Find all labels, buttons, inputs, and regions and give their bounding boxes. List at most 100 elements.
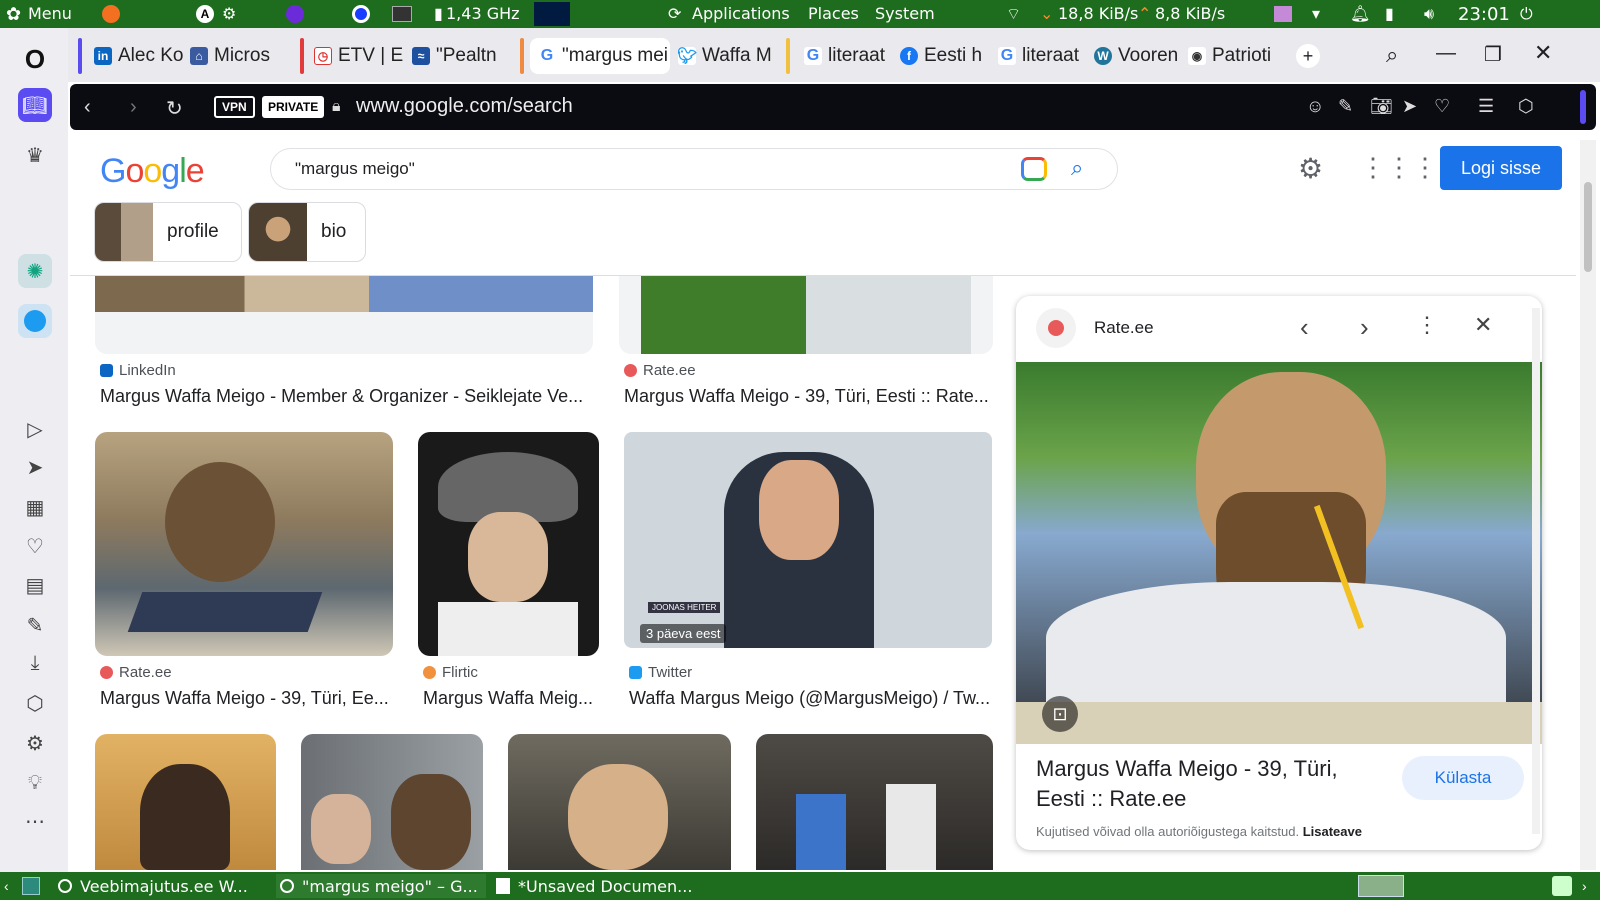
result-image[interactable] (418, 432, 599, 656)
speed-dial-icon[interactable]: ▦ (18, 490, 52, 524)
chip-bio[interactable]: bio (248, 202, 366, 262)
share-send-icon[interactable]: ➤ (1402, 96, 1417, 117)
result-title[interactable]: Margus Waffa Meigo - 39, Türi, Eesti :: … (624, 386, 990, 407)
result-source[interactable]: Twitter (629, 664, 692, 681)
result-source[interactable]: Rate.ee (624, 362, 696, 379)
result-source[interactable]: LinkedIn (100, 362, 176, 379)
extensions-cube-icon[interactable]: ⬡ (18, 686, 52, 720)
menu-applications[interactable]: Applications (692, 4, 790, 23)
show-desktop-icon[interactable] (22, 877, 40, 895)
apps-grid-icon[interactable]: ⋮⋮⋮ (1360, 152, 1438, 183)
minimize-button[interactable]: — (1436, 42, 1456, 65)
tab-literaat-2[interactable]: Gliteraat (998, 40, 1092, 72)
result-source[interactable]: Rate.ee (100, 664, 172, 681)
new-tab-button[interactable]: + (1296, 44, 1320, 68)
settings-icon[interactable]: ⚙ (18, 726, 52, 760)
result-image[interactable] (756, 734, 993, 870)
close-panel-icon[interactable]: ✕ (1474, 312, 1492, 338)
lens-camera-icon[interactable] (1021, 157, 1047, 181)
next-arrow-icon[interactable]: › (1360, 312, 1369, 343)
learn-more-link[interactable]: Lisateave (1303, 824, 1362, 839)
task-veebimajutus[interactable]: Veebimajutus.ee W... (58, 874, 264, 898)
back-icon[interactable]: ‹ (84, 96, 91, 119)
result-image[interactable] (95, 432, 393, 656)
more-options-icon[interactable]: ⋮ (1416, 312, 1438, 338)
tips-bulb-icon[interactable]: 💡︎ (18, 766, 52, 800)
power-icon[interactable]: ⏻ (1520, 4, 1533, 24)
notification-bell-icon[interactable]: 🔔︎ (1350, 4, 1370, 23)
settings-tray-icon[interactable]: ⚙ (222, 4, 236, 23)
taskbar-right-arrow-icon[interactable]: › (1582, 878, 1587, 894)
tor-icon[interactable] (286, 5, 304, 23)
tab-patrioti[interactable]: ◉ Patrioti (1188, 40, 1284, 72)
bookmark-heart-icon[interactable]: ♡ (1434, 96, 1450, 117)
search-input[interactable]: "margus meigo" (295, 159, 415, 179)
result-title[interactable]: Margus Waffa Meigo - 39, Türi, Ee... (100, 688, 390, 709)
tab-twitter[interactable]: 🐦︎ Waffa M (678, 40, 772, 72)
result-image[interactable] (95, 734, 276, 870)
extensions-icon[interactable]: ⬡ (1518, 96, 1534, 117)
more-icon[interactable]: ⋯ (18, 804, 52, 838)
panel-title[interactable]: Margus Waffa Meigo - 39, Türi, Eesti :: … (1036, 754, 1376, 814)
opera-launcher-icon[interactable] (352, 5, 370, 23)
camera-icon[interactable]: 📷︎ (1370, 96, 1393, 117)
result-image[interactable] (508, 734, 731, 870)
emoji-icon[interactable]: ☺ (1306, 96, 1324, 117)
distro-menu-icon[interactable]: ✿ (6, 4, 21, 25)
battery-icon[interactable]: ▮ (1385, 4, 1394, 23)
result-image[interactable] (301, 734, 483, 870)
tab-google-search-active[interactable]: G "margus mei (530, 38, 670, 74)
panel-source[interactable]: Rate.ee (1094, 318, 1154, 338)
opera-logo-icon[interactable]: O (18, 42, 52, 76)
media-icon[interactable] (1274, 6, 1292, 22)
menu-places[interactable]: Places (808, 4, 859, 23)
search-box[interactable]: "margus meigo" ⌕ (270, 148, 1118, 190)
reload-icon[interactable]: ↻ (166, 96, 183, 121)
chip-profile[interactable]: profile (94, 202, 242, 262)
tab-wordpress[interactable]: W Vooren (1094, 40, 1188, 72)
menu-label[interactable]: Menu (28, 4, 72, 23)
page-scrollbar[interactable] (1580, 140, 1596, 870)
taskbar-left-arrow-icon[interactable]: ‹ (4, 878, 9, 894)
menu-system[interactable]: System (875, 4, 935, 23)
preview-image[interactable]: ⊡ (1016, 362, 1542, 744)
result-source[interactable]: Flirtic (423, 664, 478, 681)
accessibility-icon[interactable]: A (196, 5, 214, 23)
crown-icon[interactable]: ♛ (18, 138, 52, 172)
tab-literaat-1[interactable]: Gliteraat (804, 40, 898, 72)
twitter-sidebar-icon[interactable] (18, 304, 52, 338)
snap-edit-icon[interactable]: ✎ (1338, 96, 1353, 117)
workspace-switcher[interactable] (1358, 875, 1404, 897)
panel-scrollbar[interactable] (1532, 308, 1540, 834)
reader-icon[interactable]: 📖︎ (18, 88, 52, 122)
terminal-icon[interactable] (392, 6, 412, 22)
login-button[interactable]: Logi sisse (1440, 146, 1562, 190)
send-icon[interactable]: ➤ (18, 450, 52, 484)
url-text[interactable]: www.google.com/search (356, 95, 573, 118)
search-icon[interactable]: ⌕ (1071, 155, 1083, 181)
heart-icon[interactable]: ♡ (18, 529, 52, 563)
lock-icon[interactable]: 🔒︎ (332, 98, 341, 116)
chatgpt-icon[interactable]: ✺ (18, 254, 52, 288)
result-title[interactable]: Margus Waffa Meigo - Member & Organizer … (100, 386, 590, 407)
tab-etv[interactable]: ◷ ETV | E (314, 40, 406, 72)
settings-gear-icon[interactable]: ⚙ (1298, 152, 1323, 185)
close-window-button[interactable]: ✕ (1534, 40, 1552, 66)
vpn-badge[interactable]: VPN (214, 96, 255, 118)
result-title[interactable]: Margus Waffa Meig... (423, 688, 595, 709)
easy-setup-icon[interactable]: ☰ (1478, 96, 1494, 117)
result-image[interactable]: JOONAS HEITER 3 päeva eest (624, 432, 992, 648)
tab-err[interactable]: ≈ "Pealtn (412, 40, 508, 72)
result-image[interactable] (95, 276, 593, 354)
google-logo[interactable]: Google (100, 152, 205, 191)
lens-search-icon[interactable]: ⊡ (1042, 696, 1078, 732)
task-google-search[interactable]: "margus meigo" – G... (276, 874, 486, 898)
visit-button[interactable]: Külasta (1402, 756, 1524, 800)
maximize-button[interactable]: ❐ (1484, 42, 1502, 67)
tab-facebook[interactable]: f Eesti h (900, 40, 994, 72)
history-icon[interactable]: ▤ (18, 568, 52, 602)
player-icon[interactable]: ▷ (18, 412, 52, 446)
result-title[interactable]: Waffa Margus Meigo (@MargusMeigo) / Tw..… (629, 688, 991, 709)
download-icon[interactable]: ⤓ (18, 646, 52, 680)
tab-microsoft[interactable]: ⌂ Micros (190, 40, 290, 72)
